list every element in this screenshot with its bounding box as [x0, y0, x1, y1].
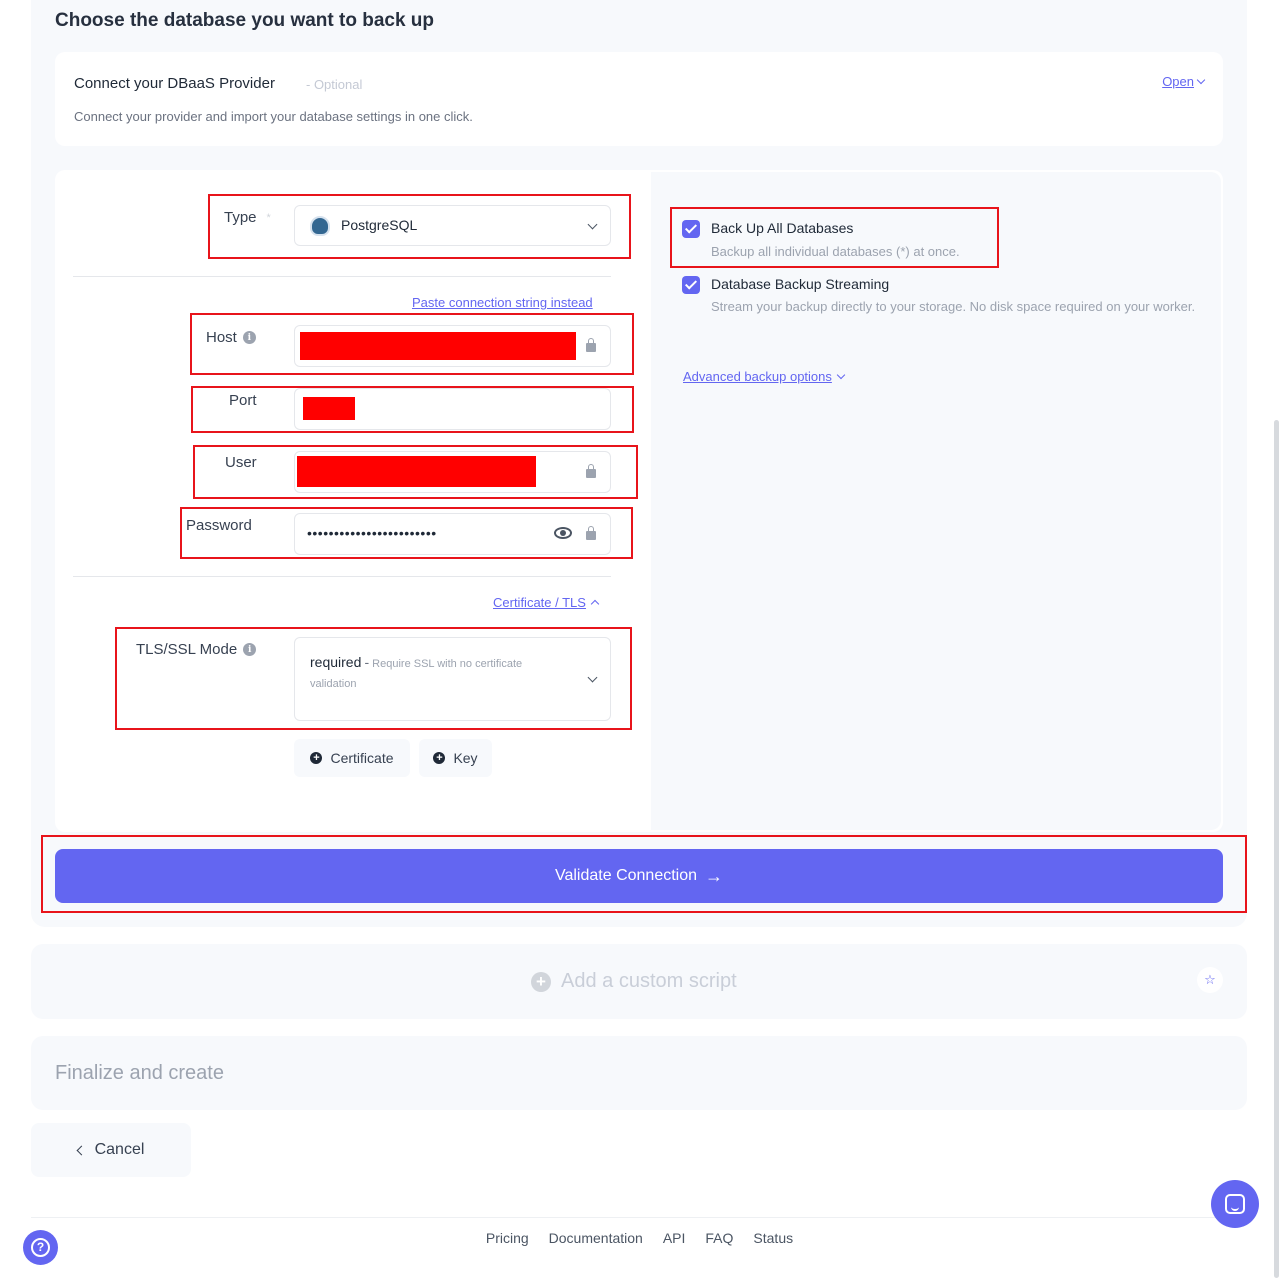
highlight-tls [115, 627, 632, 730]
paste-connection-string-label: Paste connection string instead [412, 295, 593, 310]
chat-button[interactable] [1211, 1180, 1259, 1228]
highlight-user [193, 445, 638, 499]
chevron-down-icon [1196, 75, 1206, 84]
cancel-button[interactable]: Cancel [31, 1123, 191, 1177]
dbaas-open-link[interactable]: Open [1162, 74, 1206, 89]
chevron-left-icon [76, 1145, 87, 1155]
page: Choose the database you want to back up … [0, 0, 1279, 1278]
add-key-button[interactable]: + Key [419, 739, 492, 777]
chat-icon [1225, 1194, 1245, 1214]
add-custom-script-label: Add a custom script [561, 970, 737, 992]
key-button-label: Key [453, 750, 478, 766]
scrollbar[interactable] [1274, 420, 1279, 1278]
footer-link-faq[interactable]: FAQ [705, 1230, 733, 1246]
highlight-validate [41, 835, 1247, 913]
finalize-title: Finalize and create [55, 1062, 224, 1084]
streaming-title: Database Backup Streaming [711, 276, 890, 292]
advanced-backup-options-link[interactable]: Advanced backup options [683, 369, 846, 384]
footer-link-api[interactable]: API [663, 1230, 686, 1246]
help-button[interactable]: ? [23, 1230, 58, 1265]
dbaas-provider-card: Connect your DBaaS Provider - Optional C… [55, 52, 1223, 146]
streaming-checkbox[interactable] [682, 276, 700, 294]
certificate-tls-toggle[interactable]: Certificate / TLS [493, 595, 600, 610]
plus-circle-icon: + [310, 752, 323, 764]
highlight-type [208, 194, 631, 259]
dbaas-description: Connect your provider and import your da… [74, 109, 473, 124]
footer-link-status[interactable]: Status [753, 1230, 793, 1246]
chevron-up-icon [590, 599, 600, 609]
finalize-card: Finalize and create [31, 1036, 1247, 1110]
cancel-label: Cancel [94, 1141, 145, 1158]
streaming-description: Stream your backup directly to your stor… [711, 299, 1196, 314]
highlight-backup-all [670, 207, 999, 268]
footer-link-pricing[interactable]: Pricing [486, 1230, 529, 1246]
certificate-button-label: Certificate [330, 750, 394, 766]
question-icon: ? [31, 1238, 50, 1257]
highlight-host [190, 313, 634, 375]
highlight-port [191, 386, 634, 433]
add-certificate-button[interactable]: + Certificate [294, 739, 410, 777]
divider [73, 576, 611, 577]
paste-connection-string-link[interactable]: Paste connection string instead [412, 295, 593, 310]
highlight-password [180, 507, 633, 559]
backup-options-panel [651, 172, 1221, 830]
plus-circle-icon: + [433, 752, 446, 764]
chevron-down-icon [836, 370, 846, 379]
footer-divider [31, 1217, 1247, 1218]
section-title: Choose the database you want to back up [55, 10, 435, 31]
dbaas-title: Connect your DBaaS Provider [74, 75, 275, 92]
footer-links: Pricing Documentation API FAQ Status [0, 1230, 1279, 1246]
dbaas-optional-tag: - Optional [306, 77, 363, 92]
divider [73, 276, 611, 277]
custom-script-card: + Add a custom script ☆ [31, 944, 1247, 1019]
certificate-tls-label: Certificate / TLS [493, 595, 586, 610]
plus-circle-icon: + [531, 971, 551, 992]
add-custom-script-button[interactable]: + Add a custom script [531, 970, 737, 993]
dbaas-open-label: Open [1162, 74, 1194, 89]
advanced-backup-options-label: Advanced backup options [683, 369, 832, 384]
footer-link-documentation[interactable]: Documentation [549, 1230, 643, 1246]
star-icon[interactable]: ☆ [1197, 967, 1223, 993]
